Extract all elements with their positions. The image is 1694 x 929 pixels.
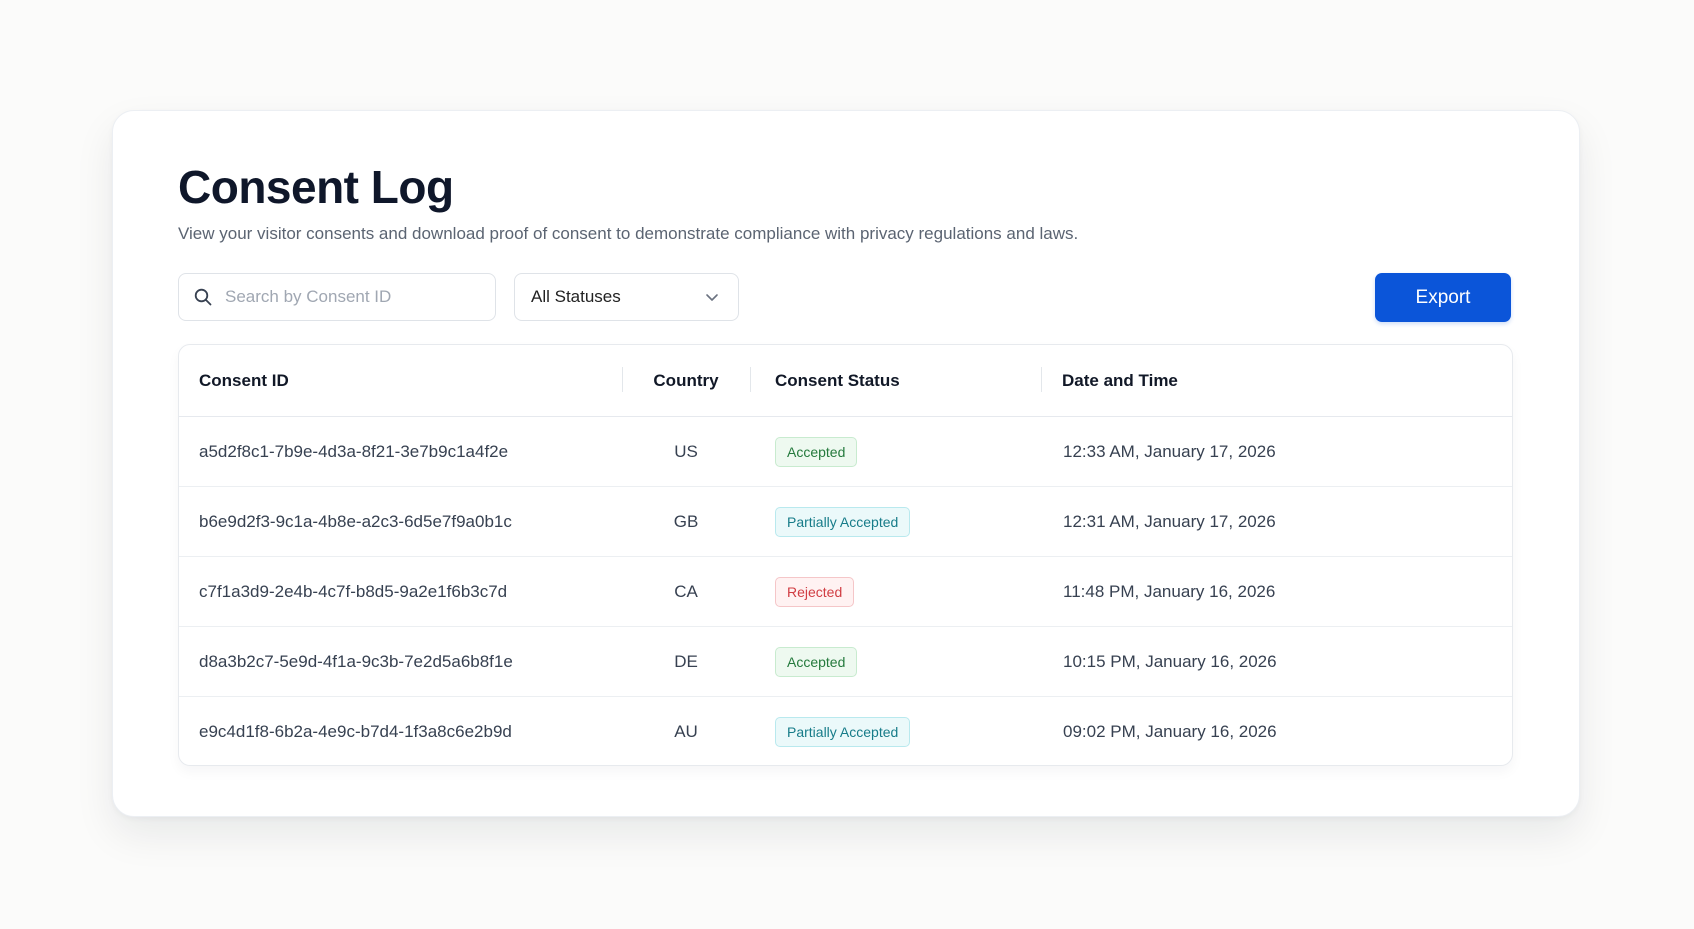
export-button[interactable]: Export	[1375, 273, 1511, 322]
status-filter-value: All Statuses	[531, 287, 621, 306]
country-cell: CA	[622, 556, 750, 627]
column-header-date-time[interactable]: Date and Time	[1041, 345, 1512, 417]
search-input[interactable]	[223, 286, 477, 308]
table-header-row: Consent ID Country Consent Status Date a…	[179, 345, 1512, 417]
chevron-down-icon	[706, 294, 718, 301]
country-cell: AU	[674, 721, 698, 741]
consent-id-cell: a5d2f8c1-7b9e-4d3a-8f21-3e7b9c1a4f2e	[179, 416, 622, 487]
date-time-cell: 11:48 PM, January 16, 2026	[1041, 556, 1512, 627]
column-header-country[interactable]: Country	[622, 345, 750, 417]
date-time-cell: 10:15 PM, January 16, 2026	[1041, 626, 1512, 697]
status-badge: Partially Accepted	[775, 506, 911, 537]
country-cell: GB	[622, 486, 750, 557]
status-filter-dropdown[interactable]: All Statuses	[514, 273, 739, 321]
status-cell: Partially Accepted	[750, 486, 1041, 557]
consent-id-cell: b6e9d2f3-9c1a-4b8e-a2c3-6d5e7f9a0b1c	[179, 486, 622, 557]
date-time-cell: 09:02 PM, January 16, 2026	[1063, 721, 1277, 741]
table-row[interactable]: e9c4d1f8-6b2a-4e9c-b7d4-1f3a8c6e2b9d AU …	[179, 697, 1512, 766]
table-row[interactable]: c7f1a3d9-2e4b-4c7f-b8d5-9a2e1f6b3c7d CA …	[179, 556, 1512, 627]
status-badge: Accepted	[775, 436, 858, 467]
consent-id-cell: c7f1a3d9-2e4b-4c7f-b8d5-9a2e1f6b3c7d	[179, 556, 622, 627]
status-badge: Rejected	[775, 576, 855, 607]
table-row[interactable]: b6e9d2f3-9c1a-4b8e-a2c3-6d5e7f9a0b1c GB …	[179, 486, 1512, 557]
table-row[interactable]: a5d2f8c1-7b9e-4d3a-8f21-3e7b9c1a4f2e US …	[179, 416, 1512, 487]
search-icon	[194, 288, 212, 306]
status-badge: Partially Accepted	[775, 716, 911, 747]
consent-id-cell: d8a3b2c7-5e9d-4f1a-9c3b-7e2d5a6b8f1e	[179, 626, 622, 697]
consent-log-card: Consent Log View your visitor consents a…	[112, 110, 1580, 817]
page-title: Consent Log	[178, 161, 454, 213]
status-cell: Partially Accepted	[750, 697, 1041, 766]
page-subtitle: View your visitor consents and download …	[178, 224, 1079, 243]
country-cell: DE	[622, 626, 750, 697]
status-cell: Accepted	[750, 626, 1041, 697]
consent-id-cell: e9c4d1f8-6b2a-4e9c-b7d4-1f3a8c6e2b9d	[199, 721, 512, 741]
date-time-cell: 12:31 AM, January 17, 2026	[1041, 486, 1512, 557]
country-cell: US	[622, 416, 750, 487]
status-cell: Accepted	[750, 416, 1041, 487]
table-row[interactable]: d8a3b2c7-5e9d-4f1a-9c3b-7e2d5a6b8f1e DE …	[179, 626, 1512, 697]
status-badge: Accepted	[775, 646, 858, 677]
column-header-consent-id[interactable]: Consent ID	[179, 345, 622, 417]
column-header-consent-status[interactable]: Consent Status	[750, 345, 1041, 417]
date-time-cell: 12:33 AM, January 17, 2026	[1041, 416, 1512, 487]
search-box[interactable]	[178, 273, 496, 321]
consent-table: Consent ID Country Consent Status Date a…	[178, 344, 1513, 766]
status-cell: Rejected	[750, 556, 1041, 627]
